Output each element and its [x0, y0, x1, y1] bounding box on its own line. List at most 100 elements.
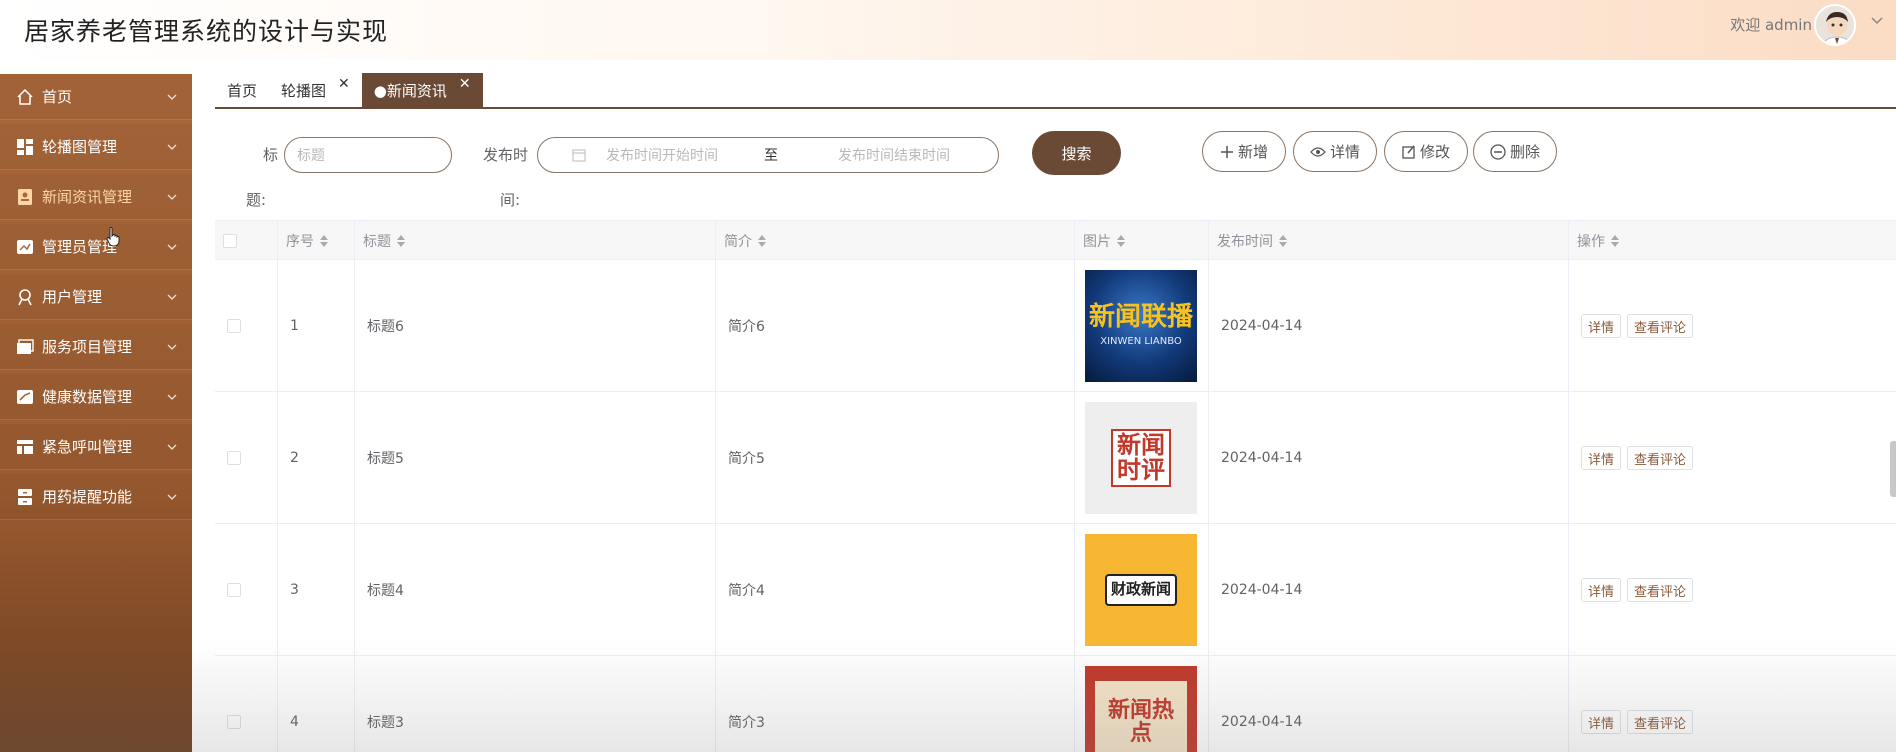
column-header-title[interactable]: 标题 — [354, 221, 715, 261]
date-range-separator: 至 — [764, 148, 778, 164]
add-button-label: 新增 — [1237, 143, 1268, 161]
cell-title: 标题5 — [354, 392, 715, 524]
table-row: 1 标题6 简介6 新闻联播 XINWEN LIANBO 2024-04-14 … — [215, 260, 1896, 392]
news-table: 序号 标题 简介 图片 发布时间 操作 1 标题6 简介6 新闻联播 XINWE… — [215, 220, 1896, 752]
home-icon — [16, 88, 34, 106]
row-detail-button[interactable]: 详情 — [1581, 710, 1622, 734]
row-comments-button[interactable]: 查看评论 — [1627, 446, 1694, 470]
sidebar-item-admin[interactable]: 管理员管理 — [0, 224, 192, 270]
sidebar-item-news[interactable]: 新闻资讯管理 — [0, 174, 192, 220]
start-date-placeholder[interactable]: 发布时间开始时间 — [606, 145, 718, 165]
row-detail-button[interactable]: 详情 — [1581, 578, 1622, 602]
sort-icon[interactable] — [320, 235, 328, 247]
calendar-icon — [572, 149, 586, 162]
chevron-down-icon — [167, 144, 177, 150]
row-checkbox[interactable] — [227, 583, 241, 597]
column-header-date[interactable]: 发布时间 — [1208, 221, 1568, 261]
row-comments-button[interactable]: 查看评论 — [1627, 710, 1694, 734]
table-header: 序号 标题 简介 图片 发布时间 操作 — [215, 220, 1896, 261]
sidebar-item-services[interactable]: 服务项目管理 — [0, 324, 192, 370]
table-row: 2 标题5 简介5 新闻时评 2024-04-14 详情 查看评论 — [215, 392, 1896, 524]
sidebar-item-label: 健康数据管理 — [42, 388, 133, 406]
sidebar: 首页 轮播图管理 新闻资讯管理 管理员管理 用户管理 服务项目管理 健康数据管理… — [0, 74, 192, 752]
sidebar-item-home[interactable]: 首页 — [0, 74, 192, 120]
column-header-image[interactable]: 图片 — [1074, 221, 1208, 261]
end-date-placeholder[interactable]: 发布时间结束时间 — [838, 145, 950, 165]
column-header-index[interactable]: 序号 — [277, 221, 354, 261]
cell-index: 1 — [277, 260, 354, 392]
title-placeholder: 标题 — [297, 148, 325, 164]
cell-title: 标题4 — [354, 524, 715, 656]
sort-icon[interactable] — [1117, 235, 1125, 247]
chevron-down-icon[interactable] — [1870, 14, 1884, 32]
sidebar-item-emergency[interactable]: 紧急呼叫管理 — [0, 424, 192, 470]
chevron-down-icon — [167, 194, 177, 200]
close-icon[interactable]: ✕ — [459, 76, 471, 92]
cell-date: 2024-04-14 — [1208, 260, 1568, 392]
date-range-picker[interactable]: 发布时间开始时间 至 发布时间结束时间 — [537, 137, 999, 173]
tab-carousel[interactable]: 轮播图 ✕ — [269, 73, 362, 107]
sidebar-item-medication[interactable]: 用药提醒功能 — [0, 474, 192, 520]
edit-button[interactable]: 修改 — [1384, 131, 1468, 172]
tab-bar: 首页 轮播图 ✕ ●新闻资讯 ✕ — [215, 72, 483, 108]
row-checkbox[interactable] — [227, 451, 241, 465]
search-button[interactable]: 搜索 — [1032, 131, 1121, 175]
row-comments-button[interactable]: 查看评论 — [1627, 578, 1694, 602]
tab-news[interactable]: ●新闻资讯 ✕ — [361, 73, 483, 107]
row-detail-button[interactable]: 详情 — [1581, 446, 1622, 470]
header-checkbox-cell — [215, 221, 277, 261]
sort-icon[interactable] — [758, 235, 766, 247]
sort-icon[interactable] — [1279, 235, 1287, 247]
chevron-down-icon — [167, 94, 177, 100]
time-label-wrap: 间: — [500, 191, 521, 209]
row-checkbox[interactable] — [227, 319, 241, 333]
scrollbar-handle[interactable] — [1890, 441, 1896, 497]
sidebar-item-users[interactable]: 用户管理 — [0, 274, 192, 320]
cell-intro: 简介6 — [715, 260, 1074, 392]
news-thumbnail: 财政新闻 — [1085, 534, 1197, 646]
tab-home[interactable]: 首页 — [215, 73, 269, 107]
sort-icon[interactable] — [397, 235, 405, 247]
title-label: 标 — [263, 146, 279, 164]
cell-date: 2024-04-14 — [1208, 392, 1568, 524]
cell-date: 2024-04-14 — [1208, 656, 1568, 752]
sidebar-item-label: 紧急呼叫管理 — [42, 438, 133, 456]
row-checkbox[interactable] — [227, 715, 241, 729]
title-label-wrap: 题: — [246, 191, 267, 209]
app-title: 居家养老管理系统的设计与实现 — [24, 17, 389, 46]
folder-icon — [16, 338, 34, 356]
user-avatar-icon[interactable] — [1814, 4, 1856, 46]
tab-underline — [215, 107, 1896, 109]
title-search-input[interactable]: 标题 — [284, 137, 452, 173]
cell-index: 3 — [277, 524, 354, 656]
cell-index: 4 — [277, 656, 354, 752]
sidebar-item-label: 轮播图管理 — [42, 138, 118, 156]
cell-intro: 简介3 — [715, 656, 1074, 752]
user-icon — [16, 288, 34, 306]
dashboard-icon — [16, 138, 34, 156]
column-header-intro[interactable]: 简介 — [715, 221, 1074, 261]
sidebar-item-health[interactable]: 健康数据管理 — [0, 374, 192, 420]
sort-icon[interactable] — [1611, 235, 1619, 247]
sidebar-item-label: 新闻资讯管理 — [42, 188, 133, 206]
welcome-text: 欢迎 admin — [1730, 16, 1812, 34]
delete-button-label: 删除 — [1509, 143, 1540, 161]
cell-date: 2024-04-14 — [1208, 524, 1568, 656]
cell-title: 标题6 — [354, 260, 715, 392]
edit-button-label: 修改 — [1419, 143, 1450, 161]
tab-label: ●新闻资讯 — [373, 81, 447, 100]
time-label: 发布时 — [483, 146, 529, 164]
sidebar-item-carousel[interactable]: 轮播图管理 — [0, 124, 192, 170]
detail-button[interactable]: 详情 — [1293, 131, 1377, 172]
chevron-down-icon — [167, 244, 177, 250]
row-comments-button[interactable]: 查看评论 — [1627, 314, 1694, 338]
sidebar-item-label: 用药提醒功能 — [42, 488, 133, 506]
add-button[interactable]: 新增 — [1202, 131, 1286, 172]
close-icon[interactable]: ✕ — [338, 76, 350, 92]
select-all-checkbox[interactable] — [223, 234, 237, 248]
top-header: 居家养老管理系统的设计与实现 欢迎 admin — [0, 0, 1896, 60]
column-header-actions[interactable]: 操作 — [1568, 221, 1896, 261]
row-detail-button[interactable]: 详情 — [1581, 314, 1622, 338]
delete-button[interactable]: 删除 — [1473, 131, 1557, 172]
news-icon — [16, 188, 34, 206]
